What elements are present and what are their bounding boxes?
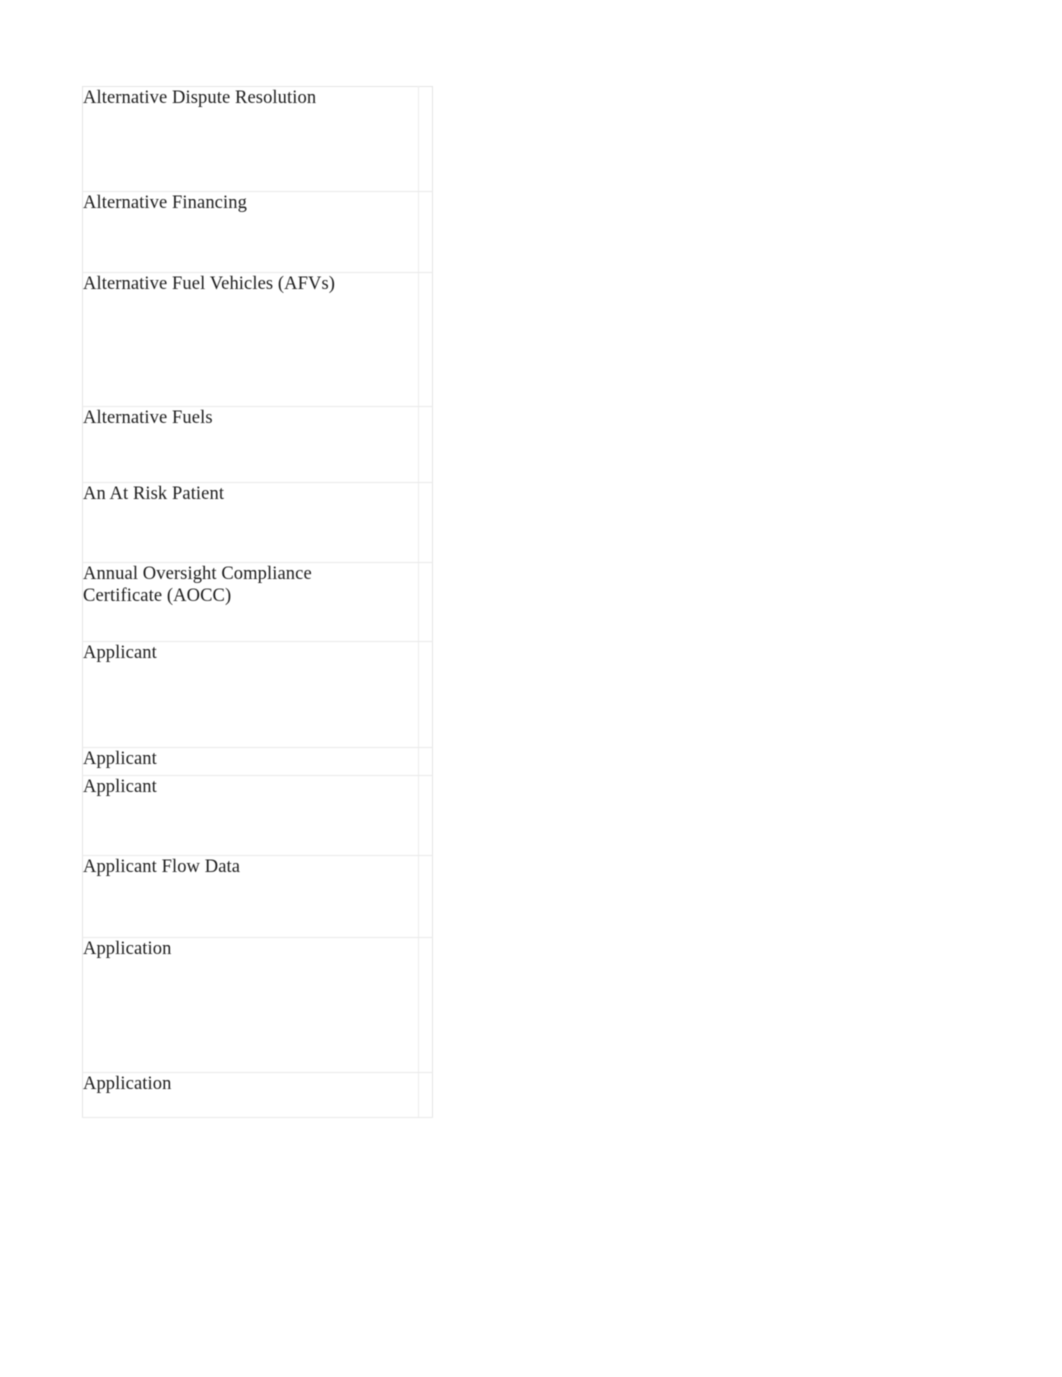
table-row: Alternative Fuel Vehicles (AFVs) <box>82 272 433 407</box>
term-label: Application <box>83 1074 172 1094</box>
table-row: Application <box>82 937 433 1073</box>
definition-cell <box>418 406 433 483</box>
definition-cell <box>418 1072 433 1118</box>
term-label: Alternative Fuel Vehicles (AFVs) <box>83 274 336 294</box>
table-row: Applicant <box>82 747 433 776</box>
term-cell: Applicant <box>82 641 419 748</box>
term-cell: Applicant Flow Data <box>82 855 419 938</box>
term-cell: Application <box>82 1072 419 1118</box>
table-row: Alternative Fuels <box>82 406 433 483</box>
definition-cell <box>418 86 433 192</box>
term-cell: Application <box>82 937 419 1073</box>
term-label: Application <box>83 939 172 959</box>
term-cell: Alternative Fuel Vehicles (AFVs) <box>82 272 419 407</box>
term-label: Alternative Fuels <box>83 408 213 428</box>
table-row: An At Risk Patient <box>82 482 433 563</box>
term-cell: An At Risk Patient <box>82 482 419 563</box>
document-page: Alternative Dispute Resolution Alternati… <box>0 0 1062 1377</box>
term-cell: Alternative Fuels <box>82 406 419 483</box>
definition-cell <box>418 272 433 407</box>
table-row: Application <box>82 1072 433 1118</box>
table-row: Alternative Financing <box>82 191 433 273</box>
definition-cell <box>418 937 433 1073</box>
term-cell: Applicant <box>82 747 419 776</box>
term-label: Applicant <box>83 643 157 663</box>
definition-cell <box>418 562 433 642</box>
definition-cell <box>418 747 433 776</box>
definition-cell <box>418 191 433 273</box>
term-label: Annual Oversight Compliance Certificate … <box>83 564 312 606</box>
term-label: Alternative Dispute Resolution <box>83 88 317 108</box>
glossary-table: Alternative Dispute Resolution Alternati… <box>82 86 433 1118</box>
definition-cell <box>418 482 433 563</box>
term-label: Applicant <box>83 749 157 769</box>
table-row: Alternative Dispute Resolution <box>82 86 433 192</box>
table-row: Applicant <box>82 775 433 856</box>
term-label: Applicant Flow Data <box>83 857 241 877</box>
definition-cell <box>418 855 433 938</box>
term-label: An At Risk Patient <box>83 484 225 504</box>
term-cell: Applicant <box>82 775 419 856</box>
definition-cell <box>418 775 433 856</box>
term-cell: Annual Oversight Compliance Certificate … <box>82 562 419 642</box>
glossary-table-body: Alternative Dispute Resolution Alternati… <box>82 86 433 1118</box>
table-row: Applicant Flow Data <box>82 855 433 938</box>
definition-cell <box>418 641 433 748</box>
term-label: Alternative Financing <box>83 193 247 213</box>
term-cell: Alternative Dispute Resolution <box>82 86 419 192</box>
table-row: Annual Oversight Compliance Certificate … <box>82 562 433 642</box>
term-cell: Alternative Financing <box>82 191 419 273</box>
table-row: Applicant <box>82 641 433 748</box>
term-label: Applicant <box>83 777 157 797</box>
